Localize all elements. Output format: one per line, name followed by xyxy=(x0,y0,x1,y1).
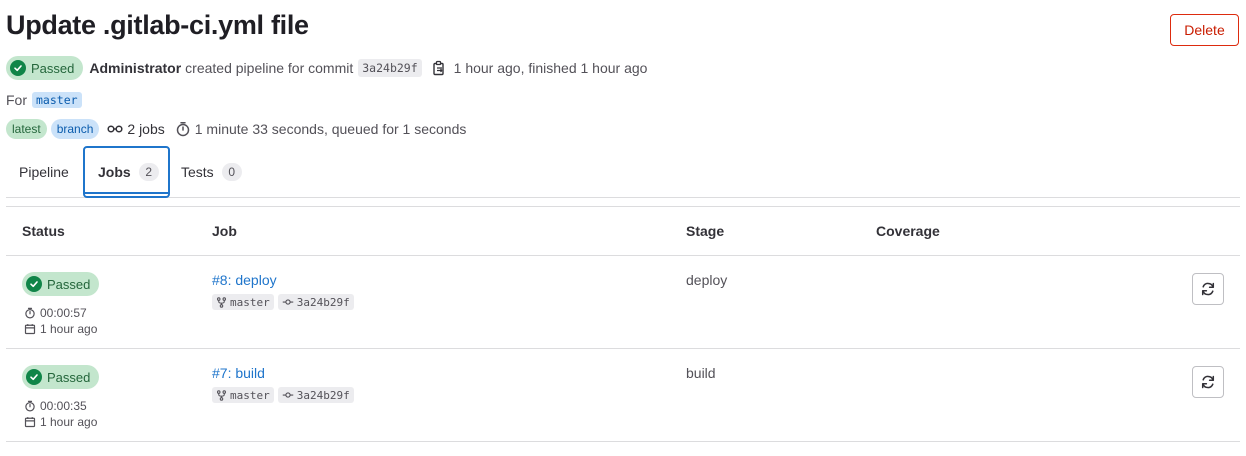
job-refs: master 3a24b29f xyxy=(212,294,354,310)
job-stage: deploy xyxy=(686,272,728,288)
finished-value: 1 hour ago xyxy=(40,415,98,429)
commit-tag[interactable]: 3a24b29f xyxy=(277,294,354,310)
duration-label: 1 minute 33 seconds, queued for 1 second… xyxy=(194,121,467,137)
tab-label: Pipeline xyxy=(19,163,69,180)
status-label: Passed xyxy=(47,276,91,292)
finished-value: 1 hour ago xyxy=(40,322,98,336)
table-row: Passed 00:00:57 1 hour ago #8: deploy ma… xyxy=(6,256,1240,349)
retry-icon xyxy=(1201,375,1215,389)
check-circle-icon xyxy=(26,276,42,292)
status-label: Passed xyxy=(47,369,91,385)
commit-sha: 3a24b29f xyxy=(296,388,350,402)
action-text: created pipeline for commit xyxy=(185,60,354,76)
jobs-table: Status Job Stage Coverage Passed 00:00:5… xyxy=(6,206,1240,442)
latest-badge: latest xyxy=(6,119,47,139)
job-link[interactable]: #8: deploy xyxy=(212,272,277,288)
tab-count-badge: 0 xyxy=(221,162,242,181)
column-coverage: Coverage xyxy=(876,223,940,239)
job-finished: 1 hour ago xyxy=(24,322,97,336)
branch-tag[interactable]: master xyxy=(212,387,274,403)
job-status-badge[interactable]: Passed xyxy=(22,365,100,389)
branch-icon xyxy=(216,296,227,308)
jobs-count-label: 2 jobs xyxy=(127,121,165,137)
commit-icon xyxy=(282,299,293,305)
job-status-badge[interactable]: Passed xyxy=(22,272,100,296)
pipeline-duration: 1 minute 33 seconds, queued for 1 second… xyxy=(175,121,467,137)
job-duration: 00:00:57 xyxy=(24,306,87,320)
tab-pipeline[interactable]: Pipeline xyxy=(19,145,69,198)
branch-name: master xyxy=(230,388,270,402)
job-refs: master 3a24b29f xyxy=(212,387,354,403)
commit-icon xyxy=(282,392,293,398)
check-circle-icon xyxy=(10,60,26,76)
job-link[interactable]: #7: build xyxy=(212,365,265,381)
tab-label: Jobs xyxy=(98,164,131,180)
pipeline-icon xyxy=(107,125,123,133)
copy-icon[interactable] xyxy=(431,60,447,76)
retry-button[interactable] xyxy=(1192,366,1224,398)
column-status: Status xyxy=(22,223,65,239)
tab-tests[interactable]: Tests 0 xyxy=(181,145,242,198)
pipeline-meta: latest branch 2 jobs 1 minute 33 seconds… xyxy=(6,118,466,140)
calendar-icon xyxy=(24,417,36,428)
duration-value: 00:00:57 xyxy=(40,306,87,320)
ref-line: For master xyxy=(6,90,82,110)
tab-label: Tests xyxy=(181,163,214,180)
for-label: For xyxy=(6,92,27,108)
branch-name: master xyxy=(230,295,270,309)
jobs-count: 2 jobs xyxy=(107,121,165,137)
timer-icon xyxy=(25,307,35,319)
branch-badge: branch xyxy=(50,119,100,139)
calendar-icon xyxy=(24,324,36,335)
table-header: Status Job Stage Coverage xyxy=(6,207,1240,256)
retry-icon xyxy=(1201,282,1215,296)
column-stage: Stage xyxy=(686,223,725,239)
duration-value: 00:00:35 xyxy=(40,399,87,413)
tab-count-badge: 2 xyxy=(138,163,159,181)
timer-icon xyxy=(25,400,35,412)
branch-tag[interactable]: master xyxy=(212,294,274,310)
column-job: Job xyxy=(212,223,237,239)
commit-tag[interactable]: 3a24b29f xyxy=(277,387,354,403)
retry-button[interactable] xyxy=(1192,273,1224,305)
commit-sha: 3a24b29f xyxy=(296,295,350,309)
pipeline-time: 1 hour ago, finished 1 hour ago xyxy=(453,60,648,76)
delete-button[interactable]: Delete xyxy=(1170,14,1239,46)
pipeline-summary: Passed Administrator created pipeline fo… xyxy=(6,56,647,80)
pipeline-tabs: Pipeline Jobs 2 Tests 0 xyxy=(6,145,1240,198)
page-title: Update .gitlab-ci.yml file xyxy=(6,10,309,40)
ref-link[interactable]: master xyxy=(32,92,82,108)
status-badge[interactable]: Passed xyxy=(6,56,84,80)
table-row: Passed 00:00:35 1 hour ago #7: build mas… xyxy=(6,349,1240,442)
check-circle-icon xyxy=(26,369,42,385)
job-stage: build xyxy=(686,365,716,381)
tab-jobs[interactable]: Jobs 2 xyxy=(83,146,170,198)
author-link[interactable]: Administrator xyxy=(89,60,181,76)
job-finished: 1 hour ago xyxy=(24,415,97,429)
job-duration: 00:00:35 xyxy=(24,399,87,413)
status-label: Passed xyxy=(31,60,75,76)
branch-icon xyxy=(216,389,227,401)
timer-icon xyxy=(176,122,189,137)
commit-sha[interactable]: 3a24b29f xyxy=(358,59,422,77)
